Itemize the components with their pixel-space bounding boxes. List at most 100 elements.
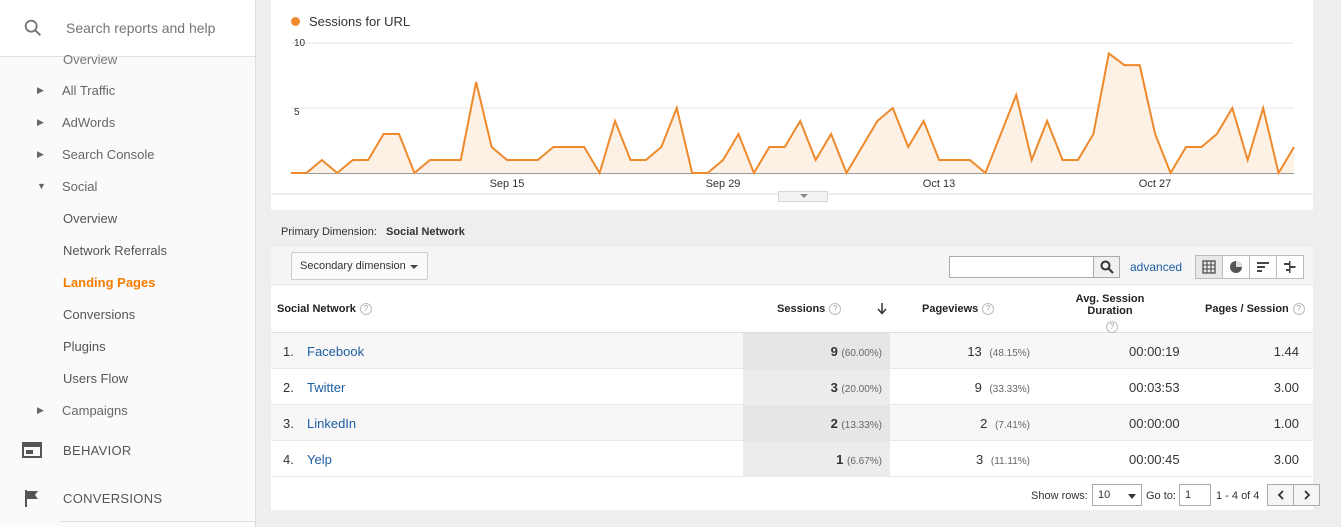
- x-tick-label: Sep 15: [489, 178, 525, 190]
- sidebar: Search reports and help Overview ▶ All T…: [0, 0, 256, 527]
- pie-chart-icon: [1230, 261, 1242, 273]
- grid-icon: [1202, 260, 1216, 274]
- sidebar-item-overview-partial[interactable]: Overview: [0, 46, 255, 70]
- row-index: 3.: [283, 416, 294, 431]
- expand-arrow-icon: ▶: [37, 404, 44, 415]
- sidebar-item-landing-pages[interactable]: Landing Pages: [0, 266, 255, 298]
- prev-page-button[interactable]: [1267, 484, 1294, 506]
- help-icon[interactable]: ?: [1292, 303, 1305, 316]
- sessions-chart: [271, 42, 1313, 195]
- table-row: 3. LinkedIn 2 (13.33%) 2 (7.41%) 00:00:00 1.0…: [271, 405, 1313, 441]
- y-tick-label: 5: [294, 107, 300, 118]
- help-icon[interactable]: ?: [982, 303, 995, 316]
- table-footer: Show rows: 10 Go to: 1 1 - 4 of 4: [271, 479, 1320, 510]
- comparison-icon: [1284, 261, 1296, 273]
- pageviews-value: 13 (48.15%): [967, 344, 1030, 359]
- avg-duration-value: 00:00:45: [1129, 452, 1180, 467]
- bar-chart-icon: [1257, 262, 1269, 272]
- chevron-right-icon: [1303, 490, 1310, 500]
- header-social-network[interactable]: Social Network?: [277, 303, 372, 316]
- secondary-dimension-dropdown[interactable]: Secondary dimension: [291, 252, 428, 280]
- table-row: 4. Yelp 1 (6.67%) 3 (11.11%) 00:00:45 3.00: [271, 441, 1313, 477]
- social-network-link[interactable]: Yelp: [307, 452, 332, 467]
- header-pages-per-session[interactable]: Pages / Session?: [1205, 303, 1305, 316]
- help-icon[interactable]: ?: [359, 303, 372, 316]
- header-avg-session-duration[interactable]: Avg. Session Duration?: [1055, 293, 1165, 333]
- avg-duration-value: 00:00:19: [1129, 344, 1180, 359]
- y-tick-label: 10: [294, 38, 306, 49]
- avg-duration-value: 00:03:53: [1129, 380, 1180, 395]
- x-tick-label: Oct 13: [922, 178, 956, 190]
- sessions-value: 2 (13.33%): [830, 416, 882, 431]
- sidebar-bottom-divider: [60, 521, 255, 522]
- search-icon: [24, 19, 42, 37]
- social-network-link[interactable]: Facebook: [307, 344, 364, 359]
- help-icon[interactable]: ?: [829, 303, 842, 316]
- sidebar-item-all-traffic[interactable]: ▶ All Traffic: [0, 74, 255, 106]
- pages-per-session-value: 3.00: [1273, 452, 1299, 467]
- sidebar-item-plugins[interactable]: Plugins: [0, 330, 255, 362]
- header-sessions[interactable]: Sessions?: [777, 303, 842, 316]
- dropdown-caret-icon: [1128, 494, 1136, 499]
- search-icon: [1100, 260, 1114, 274]
- table-header: Social Network? Sessions? Pageviews? Avg…: [271, 285, 1313, 333]
- sidebar-item-network-referrals[interactable]: Network Referrals: [0, 234, 255, 266]
- pages-per-session-value: 3.00: [1273, 380, 1299, 395]
- dropdown-caret-icon: [410, 265, 418, 269]
- pie-view-button[interactable]: [1222, 255, 1250, 279]
- show-rows-label: Show rows:: [1031, 490, 1088, 502]
- show-rows-select[interactable]: 10: [1092, 484, 1142, 506]
- avg-duration-value: 00:00:00: [1129, 416, 1180, 431]
- advanced-link[interactable]: advanced: [1130, 260, 1182, 274]
- table-search-button[interactable]: [1093, 256, 1120, 278]
- table-view-button[interactable]: [1195, 255, 1223, 279]
- social-network-link[interactable]: Twitter: [307, 380, 345, 395]
- chevron-left-icon: [1277, 490, 1284, 500]
- series-area: [291, 53, 1294, 173]
- row-index: 2.: [283, 380, 294, 395]
- sort-desc-icon[interactable]: [876, 302, 888, 315]
- table-row: 2. Twitter 3 (20.00%) 9 (33.33%) 00:03:53 3.0…: [271, 369, 1313, 405]
- sidebar-item-social[interactable]: ▼ Social: [0, 170, 255, 202]
- search-placeholder: Search reports and help: [66, 20, 216, 36]
- social-network-link[interactable]: LinkedIn: [307, 416, 356, 431]
- chart-collapse-handle[interactable]: [778, 191, 828, 202]
- view-toggle: [1195, 255, 1304, 279]
- sessions-value: 3 (20.00%): [830, 380, 882, 395]
- pages-per-session-value: 1.00: [1273, 416, 1299, 431]
- pages-per-session-value: 1.44: [1273, 344, 1299, 359]
- next-page-button[interactable]: [1293, 484, 1320, 506]
- primary-dimension-value[interactable]: Social Network: [386, 226, 465, 238]
- x-tick-label: Sep 29: [705, 178, 741, 190]
- bar-view-button[interactable]: [1249, 255, 1277, 279]
- table-card: Secondary dimension advanced Social Netw…: [271, 247, 1320, 510]
- header-pageviews[interactable]: Pageviews?: [922, 303, 995, 316]
- sessions-value: 9 (60.00%): [830, 344, 882, 359]
- goto-input[interactable]: 1: [1179, 484, 1211, 506]
- table-search-input[interactable]: [949, 256, 1094, 278]
- help-icon[interactable]: ?: [1106, 321, 1118, 333]
- chart-card: Sessions for URL 10 5 Sep 15 Sep 29 Oct …: [271, 0, 1313, 210]
- comparison-view-button[interactable]: [1276, 255, 1304, 279]
- expand-arrow-icon: ▶: [37, 84, 44, 95]
- sessions-value: 1 (6.67%): [836, 452, 882, 467]
- sidebar-item-campaigns[interactable]: ▶ Campaigns: [0, 394, 255, 426]
- sidebar-item-adwords[interactable]: ▶ AdWords: [0, 106, 255, 138]
- sidebar-item-users-flow[interactable]: Users Flow: [0, 362, 255, 394]
- pagination-range: 1 - 4 of 4: [1216, 490, 1260, 502]
- sidebar-section-conversions[interactable]: CONVERSIONS: [0, 474, 255, 522]
- sidebar-item-conversions[interactable]: Conversions: [0, 298, 255, 330]
- expand-arrow-icon: ▶: [37, 148, 44, 159]
- sidebar-item-search-console[interactable]: ▶ Search Console: [0, 138, 255, 170]
- primary-dimension-label: Primary Dimension:: [281, 226, 377, 238]
- sidebar-item-social-overview[interactable]: Overview: [0, 202, 255, 234]
- expand-arrow-icon: ▶: [37, 116, 44, 127]
- sidebar-section-behavior[interactable]: BEHAVIOR: [0, 426, 255, 474]
- flag-icon: [25, 490, 38, 507]
- table-row: 1. Facebook 9 (60.00%) 13 (48.15%) 00:00:19 1…: [271, 333, 1313, 369]
- behavior-icon: [22, 442, 42, 458]
- row-index: 4.: [283, 452, 294, 467]
- table-toolbar: Secondary dimension advanced: [271, 247, 1313, 285]
- pageviews-value: 3 (11.11%): [976, 452, 1030, 467]
- pageviews-value: 9 (33.33%): [974, 380, 1030, 395]
